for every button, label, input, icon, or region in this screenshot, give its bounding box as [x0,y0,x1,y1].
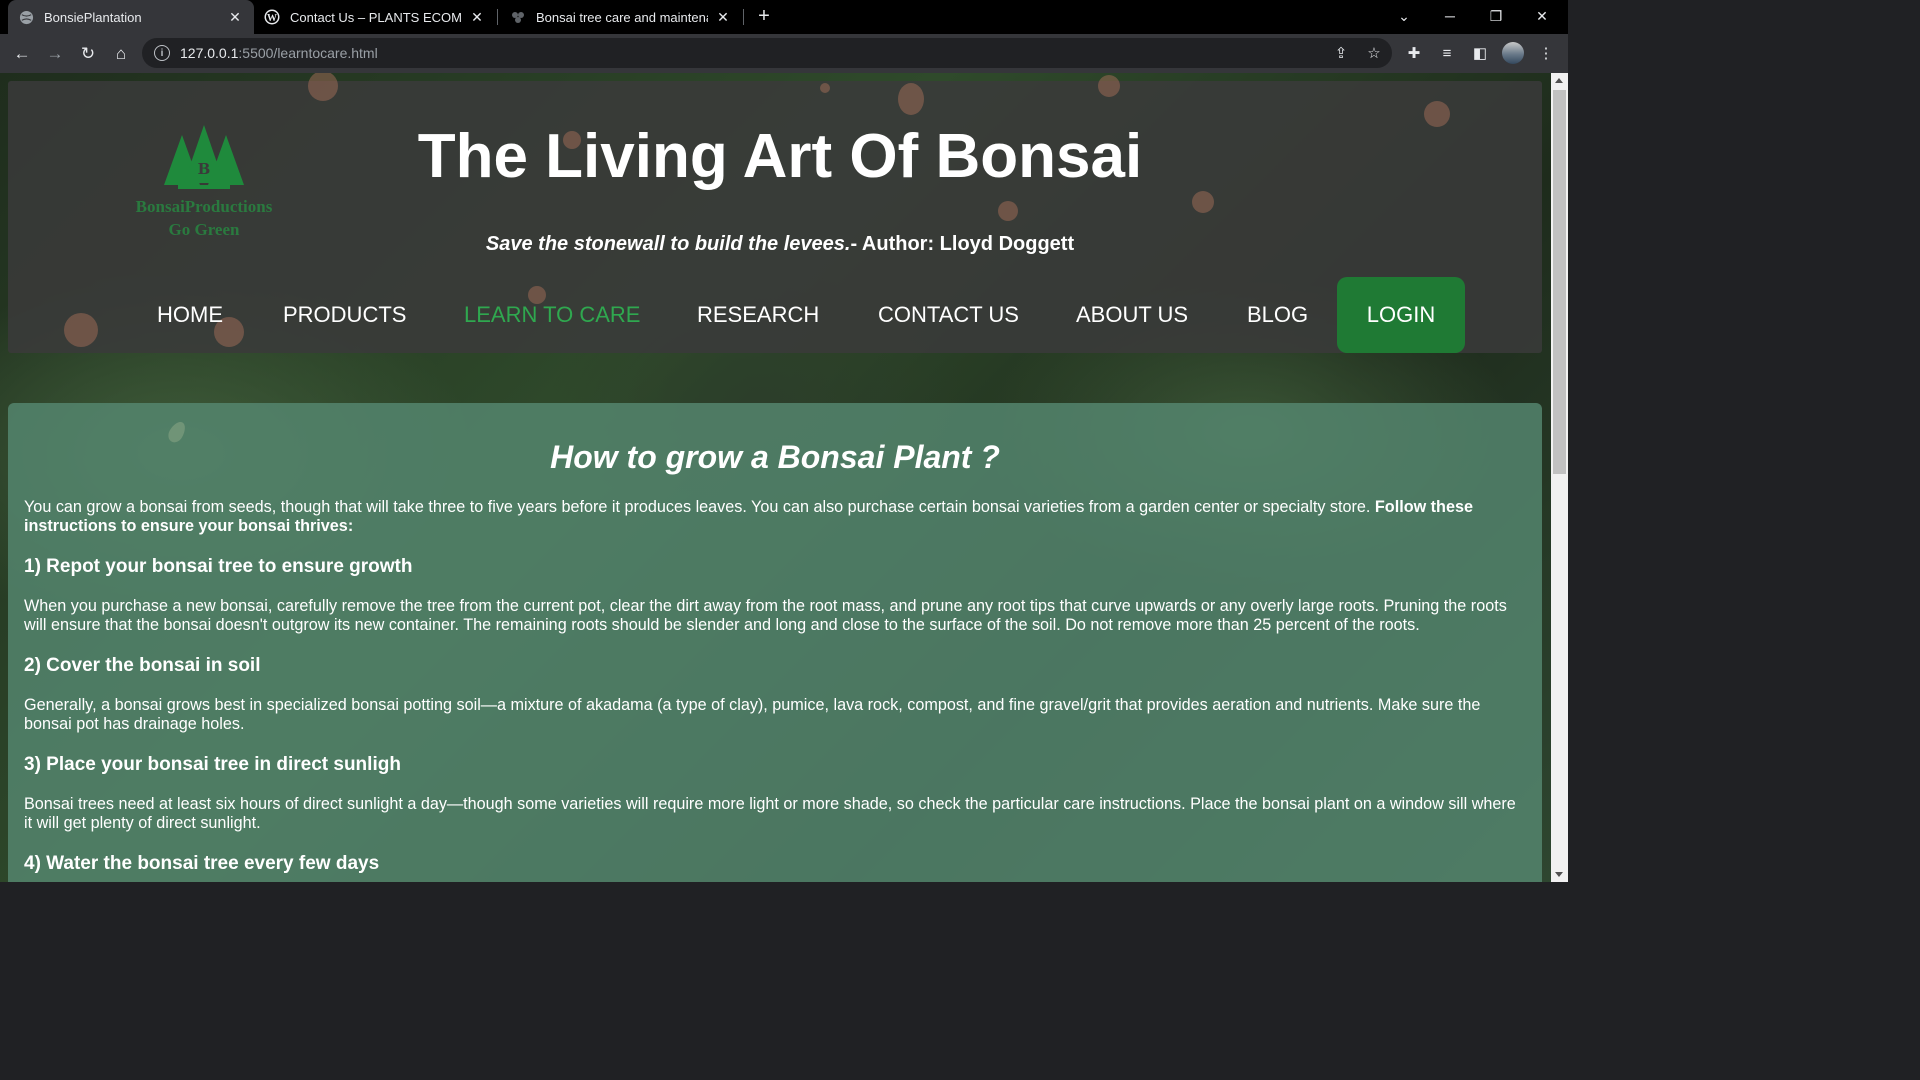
globe-icon [18,9,34,25]
decor-dot [308,73,338,101]
scroll-down-icon[interactable] [1555,872,1563,877]
step-text: Bonsai trees need at least six hours of … [24,795,1516,832]
page-scrollbar[interactable] [1551,73,1568,882]
reload-icon[interactable]: ↻ [74,40,102,68]
logo-name: BonsaiProductions [135,197,273,216]
nav-home[interactable]: HOME [157,277,223,353]
step-text: Generally, a bonsai grows best in specia… [24,696,1481,733]
main-nav: HOME PRODUCTS LEARN TO CARE RESEARCH CON… [8,277,1542,353]
restore-icon[interactable]: ❐ [1473,0,1519,32]
step-heading: 4) Water the bonsai tree every few days [24,853,380,874]
nav-research[interactable]: RESEARCH [697,277,819,353]
header-quote: Save the stonewall to build the levees.-… [8,233,1542,256]
svg-text:W: W [267,13,277,24]
decor-dot [1098,75,1120,97]
tab-bonsai-care[interactable]: Bonsai tree care and maintenance ✕ [500,0,742,34]
step-heading: 2) Cover the bonsai in soil [24,655,261,676]
menu-icon[interactable]: ⋮ [1535,42,1557,64]
close-tab-icon[interactable]: ✕ [226,8,244,26]
nav-contact-us[interactable]: CONTACT US [878,277,1019,353]
profile-avatar[interactable] [1502,42,1524,64]
address-bar[interactable]: i 127.0.0.1:5500/learntocare.html [142,38,1392,68]
wordpress-icon: W [264,9,280,25]
page-viewport: B BonsaiProductions Go Green The Living … [0,73,1551,882]
intro-paragraph: You can grow a bonsai from seeds, though… [24,498,1473,535]
browser-tab-bar: BonsiePlantation ✕ W Contact Us – PLANTS… [0,0,1568,34]
home-icon[interactable]: ⌂ [107,40,135,68]
quote-author: - Author: Lloyd Doggett [850,233,1075,255]
extensions-icon[interactable]: ✚ [1403,42,1425,64]
care-guide-section: How to grow a Bonsai Plant ? You can gro… [8,403,1542,882]
login-button[interactable]: LOGIN [1337,277,1465,353]
scrollbar-thumb[interactable] [1553,90,1566,474]
decor-dot [820,83,830,93]
scroll-up-icon[interactable] [1555,78,1563,83]
nav-blog[interactable]: BLOG [1247,277,1308,353]
close-tab-icon[interactable]: ✕ [714,8,732,26]
section-title: How to grow a Bonsai Plant ? [550,439,1000,475]
back-icon[interactable]: ← [8,40,36,68]
site-header: B BonsaiProductions Go Green The Living … [8,73,1542,353]
tab-contact-us[interactable]: W Contact Us – PLANTS ECOMMERCE ✕ [254,0,496,34]
nav-products[interactable]: PRODUCTS [283,277,406,353]
share-icon[interactable]: ⇪ [1330,42,1352,64]
tab-separator [497,9,498,25]
minimize-icon[interactable]: ─ [1427,0,1473,32]
site-info-icon[interactable]: i [154,45,170,61]
step-heading: 3) Place your bonsai tree in direct sunl… [24,754,401,775]
site-title: The Living Art Of Bonsai [417,122,1143,191]
nav-learn-to-care[interactable]: LEARN TO CARE [464,277,640,353]
forward-icon[interactable]: → [41,40,69,68]
decor-dot [1192,191,1214,213]
close-tab-icon[interactable]: ✕ [468,8,486,26]
bookmark-star-icon[interactable]: ☆ [1363,42,1385,64]
tab-separator [743,9,744,25]
nav-about-us[interactable]: ABOUT US [1076,277,1188,353]
side-panel-icon[interactable]: ◧ [1469,42,1491,64]
browser-toolbar: ← → ↻ ⌂ i 127.0.0.1:5500/learntocare.htm… [0,34,1568,73]
plant-icon [510,9,526,25]
step-heading: 1) Repot your bonsai tree to ensure grow… [24,556,413,577]
decor-dot [898,83,924,115]
decor-dot [998,201,1018,221]
new-tab-icon[interactable]: + [753,5,775,27]
close-window-icon[interactable]: ✕ [1519,0,1565,32]
quote-text: Save the stonewall to build the levees. [485,233,851,255]
media-control-icon[interactable]: ≡ [1436,42,1458,64]
tab-search-icon[interactable]: ⌄ [1381,0,1427,32]
step-text: When you purchase a new bonsai, carefull… [24,597,1507,634]
tab-bonsieplantation[interactable]: BonsiePlantation ✕ [8,0,254,34]
